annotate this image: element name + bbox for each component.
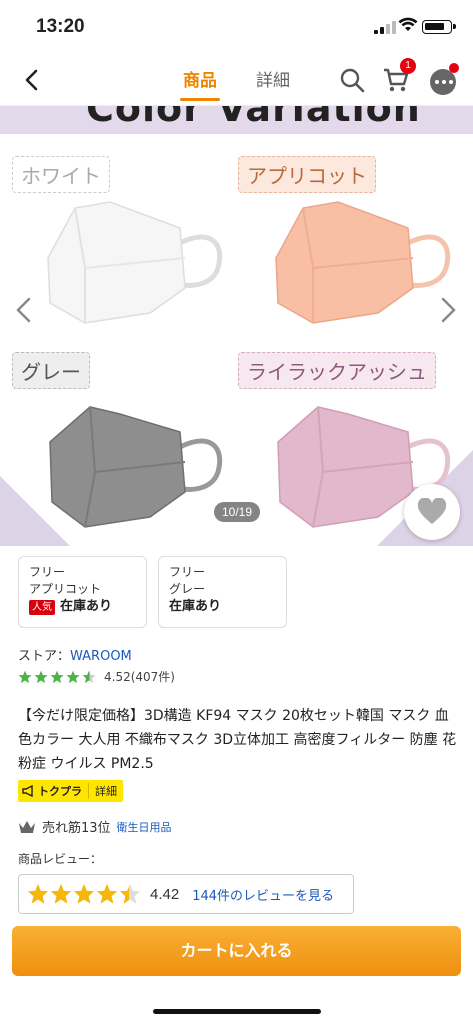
product-title: 【今だけ限定価格】3D構造 KF94 マスク 20枚セット韓国 マスク 血色カラ… (18, 708, 457, 772)
store-rating-text: 4.52(407件) (104, 670, 175, 684)
star-icon (50, 670, 64, 683)
variant-color: グレー (169, 582, 206, 596)
home-indicator[interactable] (153, 1009, 321, 1014)
variant-color: アプリコット (29, 582, 102, 596)
review-score: 4.42 (150, 885, 180, 903)
store-label: ストア： (18, 649, 71, 664)
prev-image-icon[interactable] (14, 296, 34, 324)
star-icon (34, 670, 48, 683)
review-section-label: 商品レビュー： (18, 852, 103, 866)
review-summary-button[interactable]: 4.42 144件のレビューを見る (18, 874, 354, 914)
product-image-gallery[interactable]: Color Variation ホワイト アプリコット グレー ライラックアッシ… (0, 106, 473, 546)
wifi-icon (398, 17, 418, 31)
star-icon (18, 670, 32, 683)
more-icon (435, 80, 453, 84)
tokupura-badge[interactable]: トクプラ 詳細 (18, 780, 123, 802)
star-icon (73, 883, 95, 904)
tokupura-detail: 詳細 (88, 783, 123, 799)
heart-icon (417, 498, 447, 524)
apricot-mask-image (275, 201, 451, 324)
white-mask-image (47, 201, 223, 324)
variant-stock: 在庫あり (169, 599, 222, 614)
variant-stock: 在庫あり (60, 599, 113, 614)
color-label-apricot: アプリコット (238, 156, 376, 193)
status-bar: 13:20 (0, 0, 473, 54)
notification-dot (449, 63, 459, 73)
banner-text: Color Variation (86, 106, 421, 130)
star-icon (50, 883, 72, 904)
star-icon (27, 883, 49, 904)
ranking-text: 売れ筋13位 (42, 821, 111, 836)
gray-mask-image (49, 406, 223, 528)
store-link[interactable]: WAROOM (70, 649, 132, 664)
color-label-white: ホワイト (12, 156, 110, 193)
favorite-button[interactable] (404, 484, 460, 540)
top-nav: 商品 詳細 1 (0, 54, 473, 106)
cart-count-badge: 1 (400, 58, 416, 74)
image-counter: 10/19 (214, 502, 260, 522)
variant-size: フリー (169, 565, 206, 579)
gallery-banner: Color Variation (0, 106, 473, 134)
color-label-lilac: ライラックアッシュ (238, 352, 436, 389)
store-rating[interactable]: 4.52(407件) (18, 668, 175, 685)
ranking-info[interactable]: 売れ筋13位 衛生日用品 (18, 817, 172, 836)
star-icon (66, 670, 80, 683)
star-half-icon (82, 670, 96, 683)
review-link[interactable]: 144件のレビューを見る (192, 885, 334, 904)
star-icon (96, 883, 118, 904)
popular-badge: 人気 (29, 600, 55, 615)
signal-icon (374, 21, 396, 34)
tokupura-label: トクプラ (38, 785, 82, 798)
color-label-gray: グレー (12, 352, 90, 389)
tab-product[interactable]: 商品 (180, 66, 220, 101)
ranking-category[interactable]: 衛生日用品 (117, 819, 172, 835)
variant-option-apricot[interactable]: フリー アプリコット 人気 在庫あり (18, 556, 147, 628)
battery-icon (422, 20, 456, 34)
next-image-icon[interactable] (438, 296, 458, 324)
tab-detail[interactable]: 詳細 (256, 66, 290, 91)
store-info: ストア：WAROOM (18, 645, 132, 664)
variant-option-gray[interactable]: フリー グレー 在庫あり (158, 556, 287, 628)
crown-icon (19, 820, 35, 833)
status-time: 13:20 (36, 16, 85, 37)
megaphone-icon (22, 785, 33, 797)
back-icon[interactable] (18, 66, 46, 94)
star-half-icon (119, 883, 141, 904)
search-icon[interactable] (338, 66, 366, 94)
add-to-cart-button[interactable]: カートに入れる (12, 926, 461, 976)
variant-size: フリー (29, 565, 66, 579)
